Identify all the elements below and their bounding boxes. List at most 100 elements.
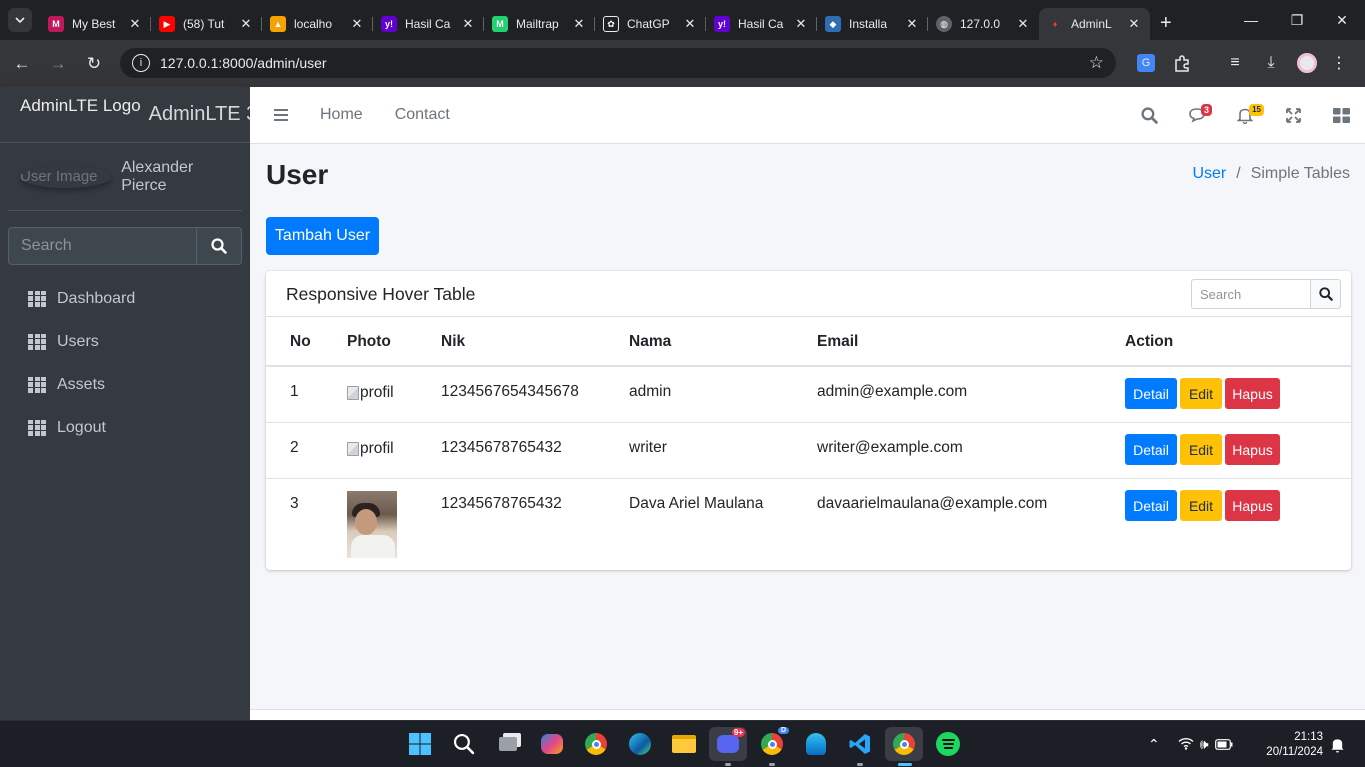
detail-button[interactable]: Detail bbox=[1125, 490, 1177, 521]
browser-tab[interactable]: y! Hasil Ca ✕ bbox=[706, 8, 817, 40]
chrome-active-taskbar-icon[interactable] bbox=[885, 727, 923, 761]
sidebar-item-assets[interactable]: Assets bbox=[0, 363, 250, 406]
wifi-icon[interactable] bbox=[1178, 737, 1194, 753]
chrome-taskbar-icon[interactable] bbox=[583, 731, 609, 757]
edit-button[interactable]: Edit bbox=[1180, 378, 1222, 409]
sidebar-search-input[interactable]: Search bbox=[8, 227, 196, 265]
sidebar-item-dashboard[interactable]: Dashboard bbox=[0, 277, 250, 320]
delete-button[interactable]: Hapus bbox=[1225, 378, 1280, 409]
edge-icon[interactable] bbox=[627, 731, 653, 757]
add-user-button[interactable]: Tambah User bbox=[266, 217, 379, 255]
breadcrumb-link-user[interactable]: User bbox=[1192, 165, 1226, 183]
restore-button[interactable]: ❐ bbox=[1274, 0, 1320, 40]
breadcrumb-current: Simple Tables bbox=[1250, 165, 1350, 182]
address-bar[interactable]: i 127.0.0.1:8000/admin/user ☆ bbox=[120, 48, 1116, 78]
browser-tab-active[interactable]: ♦ AdminL ✕ bbox=[1039, 8, 1150, 40]
close-tab-icon[interactable]: ✕ bbox=[682, 16, 698, 32]
discord-icon[interactable]: 9+ bbox=[709, 727, 747, 761]
forward-arrow-icon[interactable]: → bbox=[40, 54, 76, 74]
sidebar-item-logout[interactable]: Logout bbox=[0, 406, 250, 449]
close-tab-icon[interactable]: ✕ bbox=[238, 16, 254, 32]
windows-taskbar: 9+ D ⌃ 🕪 21:13 20/11/2024 bbox=[0, 720, 1365, 767]
browser-tab[interactable]: ▲ localho ✕ bbox=[262, 8, 373, 40]
task-view-icon[interactable] bbox=[495, 731, 521, 757]
spotify-icon[interactable] bbox=[935, 731, 961, 757]
browser-tab[interactable]: M Mailtrap ✕ bbox=[484, 8, 595, 40]
chevron-up-icon[interactable]: ⌃ bbox=[1148, 736, 1160, 753]
table-row[interactable]: 3 12345678765432 Dava Ariel Maulana dava… bbox=[266, 479, 1351, 570]
table-row[interactable]: 1 profil 1234567654345678 admin admin@ex… bbox=[266, 367, 1351, 423]
file-explorer-icon[interactable] bbox=[671, 731, 697, 757]
user-name-link[interactable]: Alexander Pierce bbox=[121, 159, 242, 195]
column-header-action: Action bbox=[1125, 333, 1174, 350]
app-icon[interactable] bbox=[803, 731, 829, 757]
delete-button[interactable]: Hapus bbox=[1225, 434, 1280, 465]
detail-button[interactable]: Detail bbox=[1125, 434, 1177, 465]
bookmark-star-icon[interactable]: ☆ bbox=[1089, 53, 1104, 73]
messages-dropdown[interactable]: 3 bbox=[1173, 87, 1221, 144]
browser-tab[interactable]: ◆ Installa ✕ bbox=[817, 8, 928, 40]
site-info-icon[interactable]: i bbox=[132, 54, 150, 72]
control-sidebar-button[interactable] bbox=[1317, 87, 1365, 144]
detail-button[interactable]: Detail bbox=[1125, 378, 1177, 409]
extensions-puzzle-icon[interactable] bbox=[1171, 52, 1193, 74]
column-header-photo: Photo bbox=[347, 333, 391, 350]
sidebar-item-users[interactable]: Users bbox=[0, 320, 250, 363]
taskbar-clock[interactable]: 21:13 20/11/2024 bbox=[1266, 730, 1323, 760]
profile-avatar[interactable] bbox=[1296, 52, 1318, 74]
fullscreen-button[interactable] bbox=[1269, 87, 1317, 144]
sidebar-search: Search bbox=[8, 227, 242, 265]
notification-bell-icon[interactable] bbox=[1330, 721, 1345, 767]
browser-tab[interactable]: ◍ 127.0.0 ✕ bbox=[928, 8, 1039, 40]
downloads-icon[interactable]: ⤓ bbox=[1260, 52, 1282, 74]
cell-nik: 12345678765432 bbox=[441, 495, 562, 512]
close-tab-icon[interactable]: ✕ bbox=[460, 16, 476, 32]
browser-tab[interactable]: ✿ ChatGP ✕ bbox=[595, 8, 706, 40]
navbar-search-button[interactable] bbox=[1125, 87, 1173, 144]
windows-start-icon[interactable] bbox=[407, 731, 433, 757]
brand-link[interactable]: AdminLTE Logo AdminLTE 3 bbox=[0, 87, 250, 143]
chrome-profile-taskbar-icon[interactable]: D bbox=[759, 727, 789, 757]
table-row[interactable]: 2 profil 12345678765432 writer writer@ex… bbox=[266, 423, 1351, 479]
chrome-menu-icon[interactable]: ⋮ bbox=[1328, 52, 1350, 74]
windows-logo-icon bbox=[409, 733, 431, 755]
close-tab-icon[interactable]: ✕ bbox=[793, 16, 809, 32]
browser-tab[interactable]: ▶ (58) Tut ✕ bbox=[151, 8, 262, 40]
browser-tab[interactable]: M My Best ✕ bbox=[40, 8, 151, 40]
edit-button[interactable]: Edit bbox=[1180, 490, 1222, 521]
tab-search-button[interactable] bbox=[8, 8, 32, 32]
close-tab-icon[interactable]: ✕ bbox=[904, 16, 920, 32]
close-tab-icon[interactable]: ✕ bbox=[1126, 16, 1142, 32]
cell-nama: writer bbox=[629, 439, 667, 456]
back-arrow-icon[interactable]: ← bbox=[4, 54, 40, 74]
reload-icon[interactable]: ↻ bbox=[76, 54, 112, 74]
close-tab-icon[interactable]: ✕ bbox=[571, 16, 587, 32]
notifications-dropdown[interactable]: 15 bbox=[1221, 87, 1269, 144]
volume-icon[interactable]: 🕪 bbox=[1200, 736, 1209, 753]
nav-link-contact[interactable]: Contact bbox=[395, 106, 450, 124]
nav-link-home[interactable]: Home bbox=[320, 106, 363, 124]
battery-icon[interactable] bbox=[1214, 737, 1233, 753]
table-search-input[interactable]: Search bbox=[1191, 279, 1310, 309]
close-tab-icon[interactable]: ✕ bbox=[127, 16, 143, 32]
sidebar-search-button[interactable] bbox=[196, 227, 242, 265]
media-controls-icon[interactable]: ≡ bbox=[1224, 52, 1246, 74]
taskbar-search-icon[interactable] bbox=[451, 731, 477, 757]
profile-photo: profil bbox=[347, 440, 394, 458]
google-translate-icon[interactable]: G bbox=[1135, 52, 1157, 74]
url-text[interactable]: 127.0.0.1:8000/admin/user bbox=[160, 55, 327, 71]
edit-button[interactable]: Edit bbox=[1180, 434, 1222, 465]
browser-tab[interactable]: y! Hasil Ca ✕ bbox=[373, 8, 484, 40]
delete-button[interactable]: Hapus bbox=[1225, 490, 1280, 521]
card-header: Responsive Hover Table Search bbox=[266, 271, 1351, 317]
close-tab-icon[interactable]: ✕ bbox=[1015, 16, 1031, 32]
new-tab-button[interactable]: + bbox=[1160, 12, 1172, 35]
vscode-icon[interactable] bbox=[847, 731, 873, 757]
close-window-button[interactable]: ✕ bbox=[1319, 0, 1365, 40]
copilot-icon[interactable] bbox=[539, 731, 565, 757]
minimize-button[interactable]: — bbox=[1228, 0, 1274, 40]
pushmenu-bars-icon[interactable] bbox=[274, 106, 288, 124]
table-search-button[interactable] bbox=[1310, 279, 1341, 309]
broken-image-icon bbox=[347, 386, 359, 400]
close-tab-icon[interactable]: ✕ bbox=[349, 16, 365, 32]
